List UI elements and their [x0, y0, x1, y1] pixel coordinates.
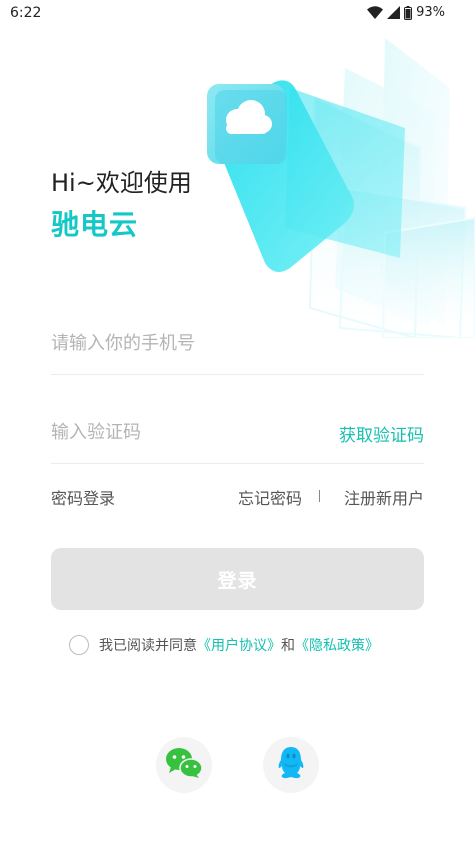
register-link[interactable]: 注册新用户 [344, 485, 424, 509]
agreement-checkbox[interactable] [69, 635, 89, 655]
verification-code-field: 获取验证码 [51, 417, 424, 464]
user-agreement-link[interactable]: 《用户协议》 [197, 635, 281, 655]
code-divider [51, 463, 424, 464]
greeting-text: Hi~欢迎使用 [51, 169, 192, 197]
verification-code-input[interactable] [51, 417, 311, 447]
phone-divider [51, 374, 424, 375]
login-button[interactable]: 登录 [51, 548, 424, 610]
phone-field [51, 328, 424, 375]
link-divider [319, 490, 320, 502]
agreement-prefix: 我已阅读并同意 [99, 638, 197, 654]
hero-illustration [195, 28, 475, 340]
wechat-login-button[interactable] [156, 737, 212, 793]
password-login-link[interactable]: 密码登录 [51, 485, 115, 509]
privacy-policy-link[interactable]: 《隐私政策》 [295, 635, 379, 655]
status-bar: 6:22 93% [0, 0, 475, 26]
forgot-password-link[interactable]: 忘记密码 [238, 485, 302, 509]
agreement-row: 我已阅读并同意 《用户协议》 和 《隐私政策》 [69, 634, 379, 656]
battery-percent: 93% [416, 5, 445, 20]
status-time: 6:22 [10, 5, 42, 21]
qq-login-button[interactable] [263, 737, 319, 793]
battery-icon [404, 5, 413, 20]
wechat-icon [165, 747, 203, 783]
get-code-button[interactable]: 获取验证码 [339, 421, 424, 446]
phone-input[interactable] [51, 328, 424, 358]
status-icons: 93% [367, 5, 445, 20]
brand-name: 驰电云 [51, 208, 139, 241]
cellular-signal-icon [387, 6, 401, 19]
agreement-and: 和 [281, 638, 295, 654]
wifi-icon [367, 6, 384, 19]
qq-icon [277, 746, 305, 784]
login-options-row: 密码登录 忘记密码 注册新用户 [51, 485, 424, 509]
